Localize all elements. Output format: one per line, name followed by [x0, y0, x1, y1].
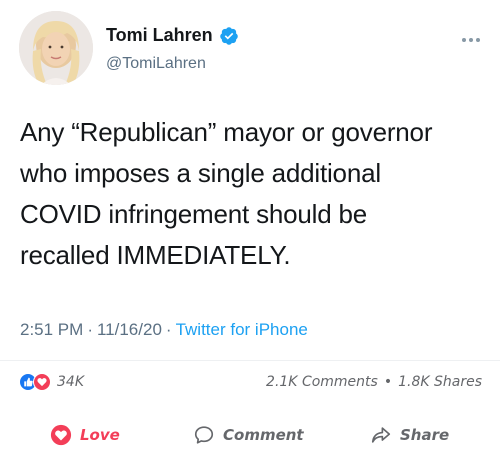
- tweet-date[interactable]: 11/16/20: [97, 320, 162, 339]
- action-row: Love Comment Share: [0, 419, 500, 451]
- avatar-image: [19, 11, 93, 85]
- display-name[interactable]: Tomi Lahren: [106, 25, 213, 46]
- handle[interactable]: @TomiLahren: [106, 55, 206, 73]
- tweet-card: Tomi Lahren @TomiLahren Any “Republican”…: [0, 0, 500, 360]
- share-icon: [371, 427, 391, 443]
- reaction-bar: 34K 2.1K Comments • 1.8K Shares Love Com…: [0, 360, 500, 459]
- share-button[interactable]: Share: [370, 424, 449, 446]
- more-options-icon[interactable]: [462, 36, 484, 44]
- reaction-summary[interactable]: 34K: [19, 373, 84, 391]
- love-button[interactable]: Love: [50, 424, 120, 446]
- engagement-stats: 2.1K Comments • 1.8K Shares: [266, 374, 482, 390]
- share-label: Share: [400, 426, 450, 444]
- comment-button[interactable]: Comment: [193, 424, 304, 446]
- separator: ·: [165, 320, 172, 339]
- separator: ·: [87, 320, 93, 339]
- stats-dot: •: [383, 374, 393, 390]
- tweet-source-link[interactable]: Twitter for iPhone: [176, 320, 308, 339]
- love-label: Love: [80, 426, 120, 444]
- avatar[interactable]: [19, 11, 93, 85]
- shares-count[interactable]: 1.8K Shares: [398, 374, 482, 390]
- verified-badge-icon: [219, 26, 238, 45]
- name-row: Tomi Lahren: [106, 25, 239, 46]
- comment-label: Comment: [223, 426, 304, 444]
- tweet-text: Any “Republican” mayor or governor who i…: [20, 117, 433, 270]
- heart-icon: [50, 424, 72, 446]
- reaction-count: 34K: [57, 374, 84, 390]
- comments-count[interactable]: 2.1K Comments: [266, 374, 378, 390]
- tweet-metadata: 2:51 PM · 11/16/20 · Twitter for iPhone: [20, 320, 308, 340]
- comment-icon: [194, 426, 214, 444]
- love-reaction-icon: [33, 373, 51, 391]
- tweet-time: 2:51 PM: [20, 320, 84, 339]
